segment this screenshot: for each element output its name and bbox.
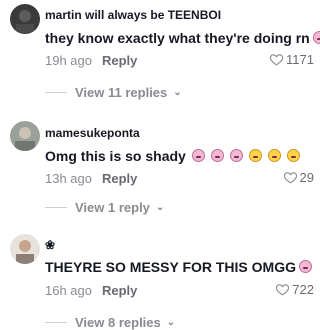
like-button[interactable]: 722 [275, 282, 314, 297]
like-count: 29 [299, 170, 314, 185]
reply-button[interactable]: Reply [102, 283, 137, 298]
avatar[interactable] [10, 234, 40, 264]
divider [45, 207, 67, 208]
view-replies-button[interactable]: View 11 replies ⌄ [45, 85, 182, 100]
heart-icon [276, 284, 290, 296]
heart-icon [269, 54, 284, 66]
divider [45, 92, 67, 93]
avatar[interactable] [10, 121, 40, 151]
like-count: 1171 [286, 52, 314, 67]
chevron-down-icon: ⌄ [173, 87, 182, 98]
chevron-down-icon: ⌄ [166, 317, 176, 328]
comment-text: THEYRE SO MESSY FOR THIS OMGG [45, 259, 312, 275]
comment-text: Omg this is so shady [45, 148, 300, 164]
crying-face-icon [312, 31, 320, 44]
comment-time: 16h ago [45, 283, 92, 298]
comment-username[interactable]: mamesukeponta [45, 126, 140, 140]
comment-time: 19h ago [45, 53, 92, 68]
laughing-face-icon [267, 149, 281, 162]
view-replies-button[interactable]: View 1 reply ⌄ [45, 200, 164, 215]
crying-face-icon [210, 149, 224, 162]
avatar[interactable] [10, 4, 40, 34]
reply-button[interactable]: Reply [102, 53, 137, 68]
crying-face-icon [191, 149, 205, 162]
reply-button[interactable]: Reply [102, 171, 137, 186]
like-count: 722 [292, 282, 314, 297]
view-replies-label: View 1 reply [75, 200, 150, 215]
view-replies-button[interactable]: View 8 replies ⌄ [45, 315, 175, 330]
laughing-face-icon [286, 149, 300, 162]
comment-time: 13h ago [45, 171, 92, 186]
comment-meta: 13h ago Reply [45, 171, 137, 186]
laughing-face-icon [248, 149, 262, 162]
comment-meta: 19h ago Reply [45, 53, 137, 68]
comment-username[interactable]: ❀ [45, 238, 55, 252]
like-button[interactable]: 1171 [269, 52, 314, 67]
comment-text: they know exactly what they're doing rn [45, 30, 320, 46]
divider [45, 322, 67, 323]
comment-meta: 16h ago Reply [45, 283, 137, 298]
like-button[interactable]: 29 [283, 170, 314, 185]
view-replies-label: View 11 replies [75, 85, 168, 100]
crying-face-icon [229, 149, 243, 162]
crying-face-icon [299, 260, 312, 273]
heart-icon [283, 172, 297, 184]
comment-text-body: Omg this is so shady [45, 148, 186, 164]
comment-username[interactable]: martin will always be TEENBOI [45, 8, 221, 22]
chevron-down-icon: ⌄ [155, 202, 165, 213]
comment-text-body: THEYRE SO MESSY FOR THIS OMGG [45, 259, 296, 275]
comment-text-body: they know exactly what they're doing rn [45, 30, 310, 46]
view-replies-label: View 8 replies [75, 315, 161, 330]
